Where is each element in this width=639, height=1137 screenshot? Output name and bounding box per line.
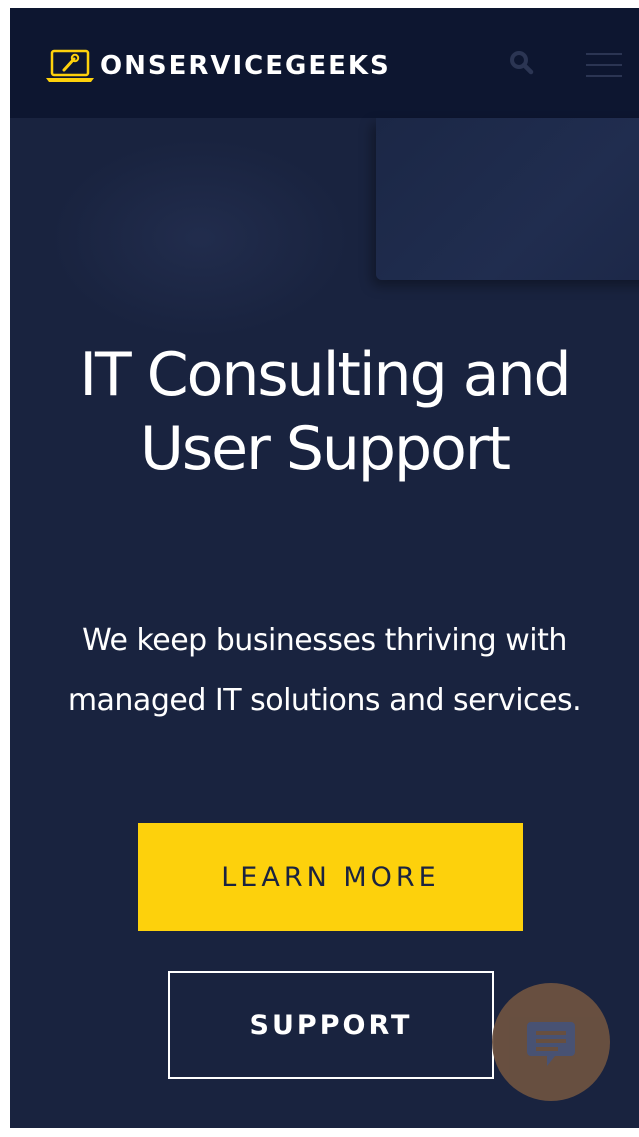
support-button[interactable]: SUPPORT	[168, 971, 494, 1079]
site-header: ONSERVICEGEEKS	[10, 8, 639, 118]
brand-name: ONSERVICEGEEKS	[100, 51, 391, 81]
page-frame: ONSERVICEGEEKS IT Consulting and User Su…	[10, 8, 639, 1128]
brand-logo-link[interactable]: ONSERVICEGEEKS	[44, 48, 391, 84]
search-button[interactable]	[506, 48, 538, 80]
menu-bar	[586, 75, 622, 77]
chat-widget-button[interactable]	[492, 983, 610, 1101]
laptop-wrench-icon	[46, 49, 94, 82]
hero-background-glow	[50, 138, 350, 338]
learn-more-button[interactable]: LEARN MORE	[138, 823, 523, 931]
menu-bar	[586, 64, 622, 66]
hero-background-image	[376, 118, 639, 280]
hero-title-line: User Support	[139, 414, 511, 484]
menu-bar	[586, 53, 622, 55]
hero-title-line: IT Consulting and	[79, 340, 571, 410]
hero-subtitle-line: managed IT solutions and services.	[67, 683, 582, 718]
chat-bubble-icon	[527, 1022, 575, 1066]
hero-title: IT Consulting and User Support	[10, 338, 639, 486]
hero-subtitle: We keep businesses thriving with managed…	[10, 611, 639, 731]
search-icon	[510, 51, 534, 75]
hamburger-menu-button[interactable]	[586, 53, 622, 83]
hero-subtitle-line: We keep businesses thriving with	[82, 623, 567, 658]
